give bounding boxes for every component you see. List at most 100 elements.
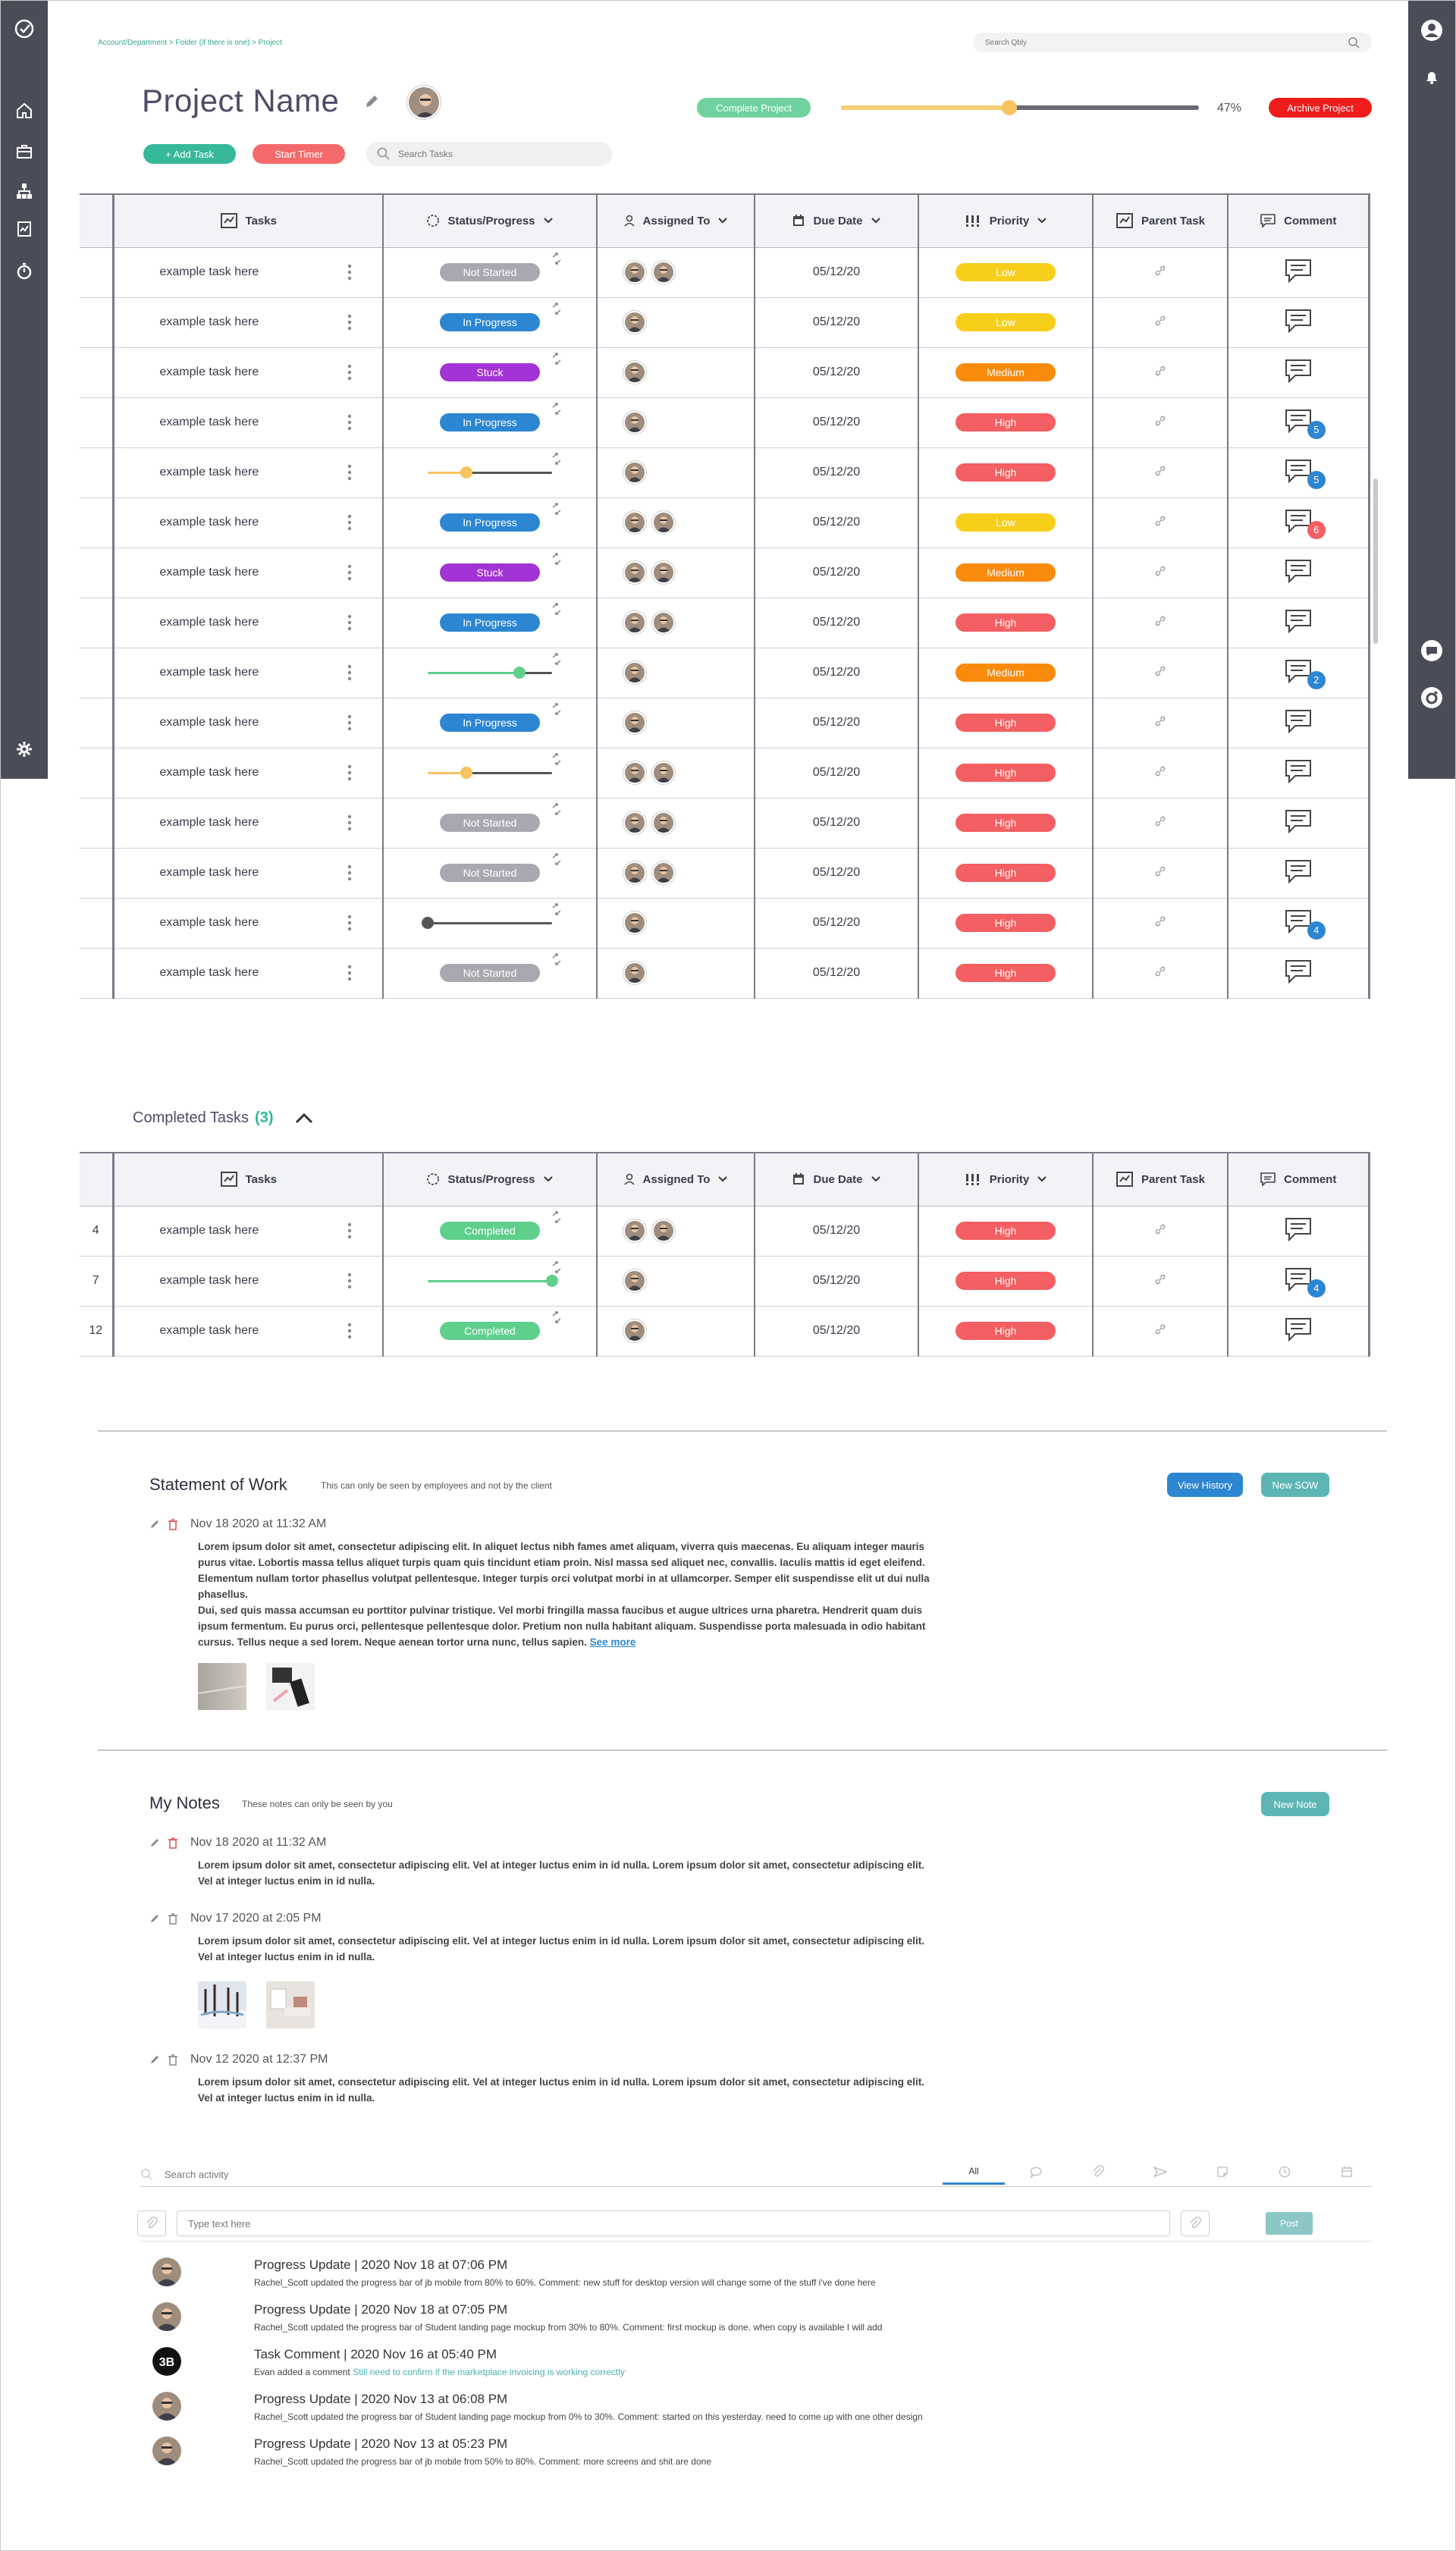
toggle-status-mode-icon[interactable] (551, 902, 563, 915)
link-icon[interactable] (1154, 665, 1166, 677)
activity-search-box[interactable] (140, 2163, 535, 2185)
toggle-status-mode-icon[interactable] (551, 1310, 563, 1323)
toggle-status-mode-icon[interactable] (551, 752, 563, 765)
assignee-avatar[interactable] (623, 861, 646, 884)
task-progress-knob[interactable] (422, 916, 434, 929)
status-cell[interactable]: Not Started (382, 247, 597, 298)
table-row[interactable]: example task here Not Started 05/12/20 H… (80, 848, 1370, 899)
task-progress-slider[interactable] (428, 666, 552, 679)
app-logo-icon[interactable] (13, 17, 36, 40)
parent-task-cell[interactable] (1092, 798, 1228, 849)
more-options-icon[interactable] (347, 965, 352, 981)
due-date-cell[interactable]: 05/12/20 (754, 548, 918, 598)
table-row[interactable]: 12 example task here Completed 05/12/20 … (80, 1306, 1370, 1357)
priority-badge[interactable]: Medium (956, 664, 1056, 682)
due-date-cell[interactable]: 05/12/20 (754, 648, 918, 698)
more-options-icon[interactable] (347, 864, 352, 881)
assignee-avatar[interactable] (623, 261, 646, 284)
parent-task-cell[interactable] (1092, 848, 1228, 899)
status-cell[interactable]: Not Started (382, 798, 597, 849)
comment-cell[interactable]: 5 (1227, 447, 1370, 498)
task-name[interactable]: example task here (160, 566, 259, 579)
tab-calendar[interactable] (1316, 2159, 1378, 2185)
task-progress-knob[interactable] (460, 766, 472, 779)
task-name[interactable]: example task here (160, 315, 259, 329)
task-cell[interactable]: example task here (111, 848, 383, 899)
status-cell[interactable]: In Progress (382, 698, 597, 748)
search-icon[interactable] (1348, 36, 1360, 49)
task-name[interactable]: example task here (160, 1324, 259, 1338)
more-options-icon[interactable] (347, 314, 352, 331)
delete-trash-icon[interactable] (168, 1912, 178, 1925)
priority-badge[interactable]: High (956, 814, 1056, 832)
comment-icon[interactable] (1285, 559, 1312, 583)
completed-tasks-header[interactable]: Completed Tasks (3) (133, 1109, 315, 1127)
table-row[interactable]: 4 example task here Completed 05/12/20 H… (80, 1206, 1370, 1257)
tab-notes[interactable] (1191, 2159, 1254, 2185)
delete-trash-icon[interactable] (168, 1518, 178, 1530)
status-badge[interactable]: In Progress (440, 313, 540, 331)
view-history-button[interactable]: View History (1167, 1473, 1243, 1497)
link-icon[interactable] (1154, 915, 1166, 927)
comment-cell[interactable]: 4 (1227, 898, 1370, 949)
status-badge[interactable]: Completed (440, 1322, 540, 1340)
comment-cell[interactable] (1227, 598, 1370, 648)
more-options-icon[interactable] (347, 1272, 352, 1289)
activity-avatar[interactable] (152, 2392, 181, 2421)
assignee-avatar[interactable] (623, 311, 646, 334)
task-name[interactable]: example task here (160, 666, 259, 679)
priority-badge[interactable]: Low (956, 513, 1056, 532)
status-cell[interactable]: Completed (382, 1306, 597, 1357)
assignees-cell[interactable] (596, 347, 755, 398)
tab-all[interactable]: All (943, 2159, 1005, 2185)
parent-task-cell[interactable] (1092, 1256, 1228, 1307)
toggle-status-mode-icon[interactable] (551, 852, 563, 865)
due-date-cell[interactable]: 05/12/20 (754, 447, 918, 498)
task-cell[interactable]: example task here (111, 397, 383, 448)
priority-badge[interactable]: High (956, 413, 1056, 431)
link-icon[interactable] (1154, 315, 1166, 327)
hierarchy-icon[interactable] (13, 180, 36, 202)
status-badge[interactable]: In Progress (440, 413, 540, 431)
table-row[interactable]: example task here Stuck 05/12/20 Medium (80, 347, 1370, 398)
priority-cell[interactable]: High (918, 898, 1093, 949)
assignee-avatar[interactable] (623, 761, 646, 784)
table-row[interactable]: example task here Not Started 05/12/20 H… (80, 798, 1370, 849)
toggle-status-mode-icon[interactable] (551, 952, 563, 965)
project-progress-knob[interactable] (1001, 100, 1017, 115)
notification-bell-icon[interactable] (1420, 66, 1443, 89)
more-options-icon[interactable] (347, 814, 352, 831)
comment-cell[interactable] (1227, 297, 1370, 348)
due-date-cell[interactable]: 05/12/20 (754, 948, 918, 999)
column-header-due-date[interactable]: Due Date (754, 193, 918, 248)
assignee-avatar[interactable] (623, 411, 646, 434)
task-name[interactable]: example task here (160, 966, 259, 980)
chevron-down-icon[interactable] (543, 1175, 554, 1183)
status-cell[interactable] (382, 1256, 597, 1307)
assignees-cell[interactable] (596, 698, 755, 748)
tab-time[interactable] (1254, 2159, 1316, 2185)
priority-cell[interactable]: Medium (918, 548, 1093, 598)
report-icon[interactable] (13, 218, 36, 240)
task-name[interactable]: example task here (160, 916, 259, 930)
due-date-cell[interactable]: 05/12/20 (754, 397, 918, 448)
priority-badge[interactable]: High (956, 714, 1056, 732)
note-attachment-thumbnail[interactable] (266, 1981, 315, 2029)
assignee-avatar[interactable] (623, 561, 646, 584)
user-profile-icon[interactable] (1420, 19, 1443, 42)
parent-task-cell[interactable] (1092, 1306, 1228, 1357)
assignees-cell[interactable] (596, 297, 755, 348)
priority-cell[interactable]: High (918, 1206, 1093, 1257)
parent-task-cell[interactable] (1092, 698, 1228, 748)
column-header-assigned-to[interactable]: Assigned To (596, 193, 755, 248)
toggle-status-mode-icon[interactable] (551, 352, 563, 365)
attach-button[interactable] (137, 2211, 166, 2236)
status-cell[interactable] (382, 748, 597, 799)
due-date-cell[interactable]: 05/12/20 (754, 247, 918, 298)
assignees-cell[interactable] (596, 898, 755, 949)
status-badge[interactable]: In Progress (440, 613, 540, 632)
activity-avatar[interactable] (152, 2302, 181, 2331)
priority-cell[interactable]: High (918, 1256, 1093, 1307)
timer-icon[interactable] (13, 260, 36, 283)
task-progress-knob[interactable] (546, 1274, 558, 1287)
